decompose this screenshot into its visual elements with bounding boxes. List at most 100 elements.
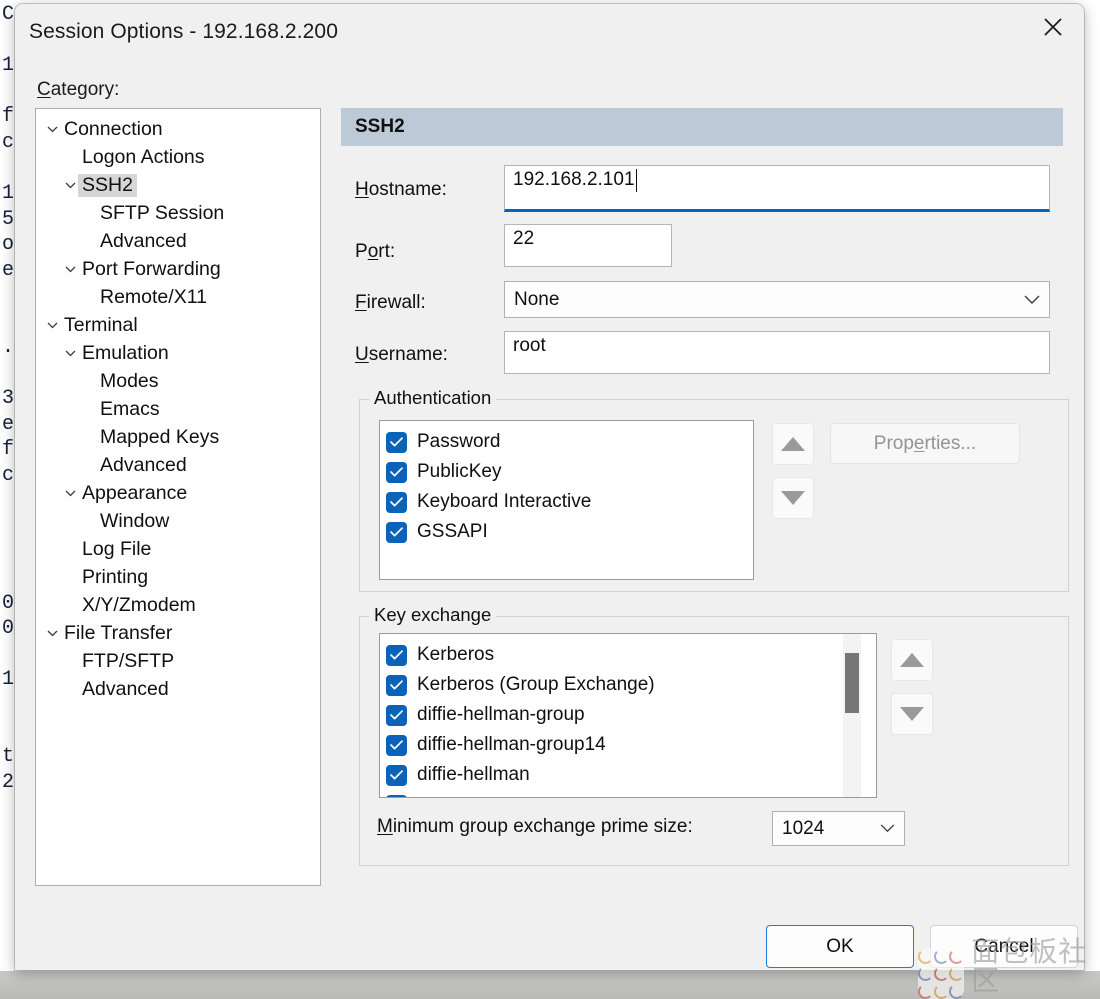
min-prime-label-rest: inimum group exchange prime size:	[392, 816, 693, 837]
checkbox-checked-icon[interactable]	[386, 704, 407, 726]
tree-item-modes[interactable]: Modes	[36, 367, 320, 395]
checkbox-checked-icon[interactable]	[386, 461, 407, 483]
tree-item-ssh2[interactable]: SSH2	[36, 171, 320, 199]
tree-item-label: File Transfer	[64, 621, 173, 644]
checkbox-checked-icon[interactable]	[386, 734, 407, 756]
kex-move-down-button[interactable]	[891, 693, 933, 735]
chevron-down-icon[interactable]	[44, 322, 60, 329]
pane-header: SSH2	[341, 108, 1063, 146]
tree-item-label: Modes	[100, 369, 159, 392]
properties-label-b: rties...	[924, 432, 977, 454]
kex-move-up-button[interactable]	[891, 639, 933, 681]
min-prime-accelerator: M	[377, 816, 393, 837]
checkbox-checked-icon[interactable]	[386, 431, 407, 453]
tree-item-advanced[interactable]: Advanced	[36, 451, 320, 479]
port-value: 22	[513, 228, 535, 249]
authentication-item-row[interactable]: Password	[386, 427, 753, 457]
tree-item-file-transfer[interactable]: File Transfer	[36, 619, 320, 647]
tree-item-terminal[interactable]: Terminal	[36, 311, 320, 339]
auth-move-up-button[interactable]	[772, 423, 814, 465]
tree-item-advanced[interactable]: Advanced	[36, 227, 320, 255]
key-exchange-item-row-partial[interactable]	[386, 790, 876, 797]
authentication-item-row[interactable]: Keyboard Interactive	[386, 487, 753, 517]
tree-item-ftp-sftp[interactable]: FTP/SFTP	[36, 647, 320, 675]
tree-item-label: X/Y/Zmodem	[82, 593, 196, 616]
properties-accelerator: e	[913, 432, 925, 454]
min-prime-size-select[interactable]: 1024	[772, 811, 905, 846]
key-exchange-item-row[interactable]: Kerberos (Group Exchange)	[386, 670, 876, 700]
port-input[interactable]: 22	[504, 224, 672, 267]
tree-item-emacs[interactable]: Emacs	[36, 395, 320, 423]
tree-item-mapped-keys[interactable]: Mapped Keys	[36, 423, 320, 451]
tree-item-remote-x11[interactable]: Remote/X11	[36, 283, 320, 311]
checkbox-checked-icon[interactable]	[386, 491, 407, 513]
chevron-down-icon[interactable]	[62, 182, 78, 189]
cancel-button-label: Cancel	[974, 935, 1034, 957]
tree-item-port-forwarding[interactable]: Port Forwarding	[36, 255, 320, 283]
hostname-value: 192.168.2.101	[513, 169, 635, 190]
dialog-title: Session Options - 192.168.2.200	[29, 20, 338, 43]
firewall-select[interactable]: None	[504, 281, 1050, 318]
tree-item-printing[interactable]: Printing	[36, 563, 320, 591]
checkbox-checked-icon[interactable]	[386, 794, 407, 797]
tree-item-connection[interactable]: Connection	[36, 115, 320, 143]
key-exchange-item-row[interactable]: diffie-hellman-group	[386, 700, 876, 730]
auth-move-down-button[interactable]	[772, 477, 814, 519]
tree-item-appearance[interactable]: Appearance	[36, 479, 320, 507]
authentication-item-row[interactable]: GSSAPI	[386, 517, 753, 547]
hostname-input[interactable]: 192.168.2.101	[504, 165, 1050, 212]
tree-item-label: SSH2	[78, 173, 137, 197]
tree-item-label: Emulation	[82, 341, 169, 364]
authentication-item-row[interactable]: PublicKey	[386, 457, 753, 487]
arrow-down-icon	[781, 491, 805, 505]
key-exchange-scroll-thumb[interactable]	[845, 653, 859, 713]
key-exchange-item-row[interactable]: diffie-hellman	[386, 760, 876, 790]
ok-button[interactable]: OK	[766, 925, 914, 968]
chevron-down-icon[interactable]	[44, 126, 60, 133]
checkbox-checked-icon[interactable]	[386, 764, 407, 786]
checkbox-checked-icon[interactable]	[386, 674, 407, 696]
properties-button[interactable]: Prop e rties...	[830, 423, 1020, 464]
chevron-down-icon[interactable]	[44, 630, 60, 637]
close-icon[interactable]	[1022, 4, 1084, 49]
cancel-button[interactable]: Cancel	[930, 925, 1078, 968]
key-exchange-item-row[interactable]: diffie-hellman-group14	[386, 730, 876, 760]
authentication-item-label: Password	[417, 431, 501, 452]
key-exchange-item-row[interactable]: Kerberos	[386, 640, 876, 670]
username-label-rest: sername:	[368, 344, 448, 365]
key-exchange-item-label: Kerberos	[417, 644, 495, 665]
tree-item-label: Advanced	[82, 677, 169, 700]
pane-header-title: SSH2	[355, 116, 405, 137]
tree-item-label: SFTP Session	[100, 201, 225, 224]
tree-item-x-y-zmodem[interactable]: X/Y/Zmodem	[36, 591, 320, 619]
tree-item-emulation[interactable]: Emulation	[36, 339, 320, 367]
tree-item-label: Port Forwarding	[82, 257, 221, 280]
key-exchange-item-label: diffie-hellman-group14	[417, 734, 606, 755]
authentication-list[interactable]: Password PublicKey Keyboard Interactive GSS…	[379, 420, 754, 580]
chevron-down-icon[interactable]	[62, 266, 78, 273]
tree-item-window[interactable]: Window	[36, 507, 320, 535]
tree-item-label: Appearance	[82, 481, 188, 504]
tree-item-label: Terminal	[64, 313, 138, 336]
dialog-titlebar: Session Options - 192.168.2.200	[15, 4, 1084, 60]
checkbox-checked-icon[interactable]	[386, 644, 407, 666]
chevron-down-icon[interactable]	[62, 490, 78, 497]
tree-item-advanced[interactable]: Advanced	[36, 675, 320, 703]
authentication-item-label: Keyboard Interactive	[417, 491, 592, 512]
tree-item-logon-actions[interactable]: Logon Actions	[36, 143, 320, 171]
text-caret	[635, 169, 637, 192]
key-exchange-list[interactable]: Kerberos Kerberos (Group Exchange) diffie-…	[379, 633, 877, 798]
username-input[interactable]: root	[504, 331, 1050, 374]
key-exchange-scrollbar[interactable]	[843, 634, 861, 797]
chevron-down-icon	[1024, 295, 1040, 305]
tree-item-sftp-session[interactable]: SFTP Session	[36, 199, 320, 227]
tree-item-log-file[interactable]: Log File	[36, 535, 320, 563]
chevron-down-icon[interactable]	[62, 350, 78, 357]
firewall-accelerator: F	[355, 292, 367, 313]
tree-item-label: Remote/X11	[100, 285, 207, 308]
category-tree[interactable]: Connection Logon Actions SSH2 SFTP Session A…	[35, 108, 321, 886]
category-accelerator: C	[37, 79, 51, 100]
port-label-rest: rt:	[378, 241, 396, 262]
key-exchange-item-label: diffie-hellman-group	[417, 704, 585, 725]
checkbox-checked-icon[interactable]	[386, 521, 407, 543]
